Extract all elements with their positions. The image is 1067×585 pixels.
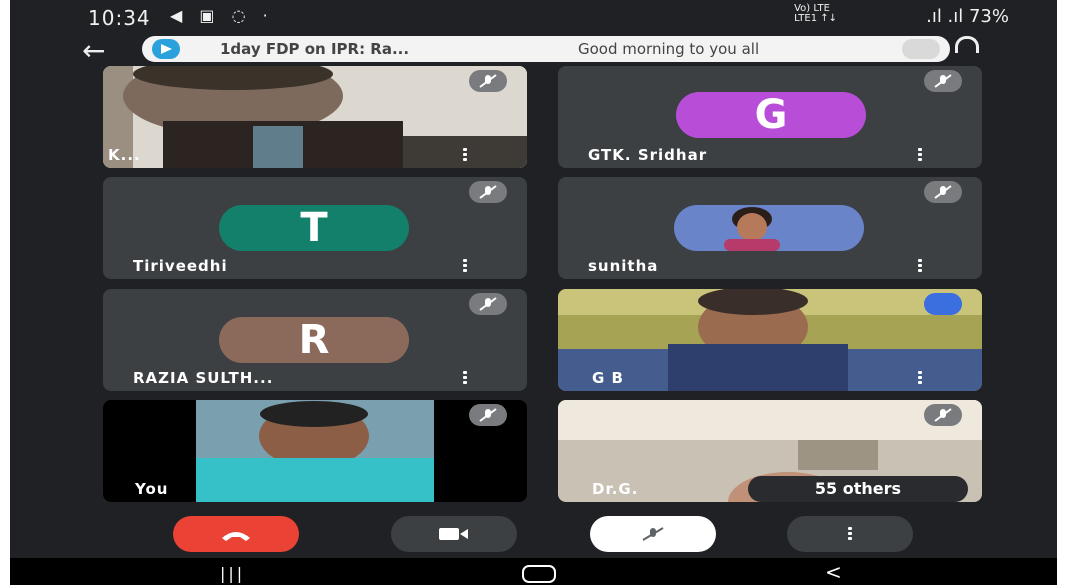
system-nav-bar: ||| < — [10, 558, 1057, 585]
more-options-button[interactable] — [787, 516, 913, 552]
network-indicator: Vo) LTE LTE1 ↑↓ — [794, 3, 837, 24]
home-icon[interactable] — [522, 565, 556, 583]
mic-off-icon — [469, 404, 507, 426]
avatar-initial: T — [300, 205, 328, 251]
banner-message: Good morning to you all — [578, 40, 760, 58]
participant-tile[interactable]: Dr.G. 55 others — [558, 400, 982, 502]
notification-icons: ◀ ▣ ◌ · — [170, 6, 274, 25]
participant-tile[interactable]: R RAZIA SULTH... — [103, 289, 527, 391]
participant-tile[interactable]: You — [103, 400, 527, 502]
mic-off-icon — [924, 404, 962, 426]
avatar: G — [676, 92, 866, 138]
mic-off-icon — [469, 181, 507, 203]
meeting-screen: 10:34 ◀ ▣ ◌ · Vo) LTE LTE1 ↑↓ .ıl .ıl 73… — [10, 0, 1057, 585]
more-options-icon[interactable] — [918, 259, 922, 273]
participant-name: GTK. Sridhar — [588, 146, 708, 164]
back-icon[interactable]: < — [825, 560, 842, 584]
participant-name: Dr.G. — [592, 480, 639, 498]
avatar: T — [219, 205, 409, 251]
participant-name: K... — [108, 146, 141, 164]
participant-tile[interactable]: T Tiriveedhi — [103, 177, 527, 279]
mic-off-icon — [469, 293, 507, 315]
more-options-icon[interactable] — [918, 148, 922, 162]
mic-off-icon — [642, 527, 664, 541]
headset-icon[interactable] — [955, 36, 979, 53]
participant-name: Tiriveedhi — [133, 257, 228, 275]
participant-name: RAZIA SULTH... — [133, 369, 274, 387]
back-arrow-icon[interactable]: ← — [82, 34, 105, 67]
speaking-indicator — [924, 293, 962, 315]
participant-name: You — [135, 480, 169, 498]
clock: 10:34 — [88, 6, 151, 30]
end-call-button[interactable] — [173, 516, 299, 552]
telegram-icon — [152, 39, 180, 59]
status-bar: 10:34 ◀ ▣ ◌ · Vo) LTE LTE1 ↑↓ .ıl .ıl 73… — [10, 0, 1057, 38]
more-options-icon[interactable] — [463, 259, 467, 273]
mic-off-icon — [469, 70, 507, 92]
mic-off-icon — [924, 181, 962, 203]
participant-name: sunitha — [588, 257, 659, 275]
banner-title: 1day FDP on IPR: Ra... — [220, 40, 410, 58]
more-options-icon[interactable] — [918, 371, 922, 385]
participant-tile[interactable]: sunitha — [558, 177, 982, 279]
signal-battery: .ıl .ıl 73% — [926, 6, 1009, 27]
microphone-toggle-button[interactable] — [590, 516, 716, 552]
participant-tile[interactable]: G B — [558, 289, 982, 391]
banner-mic-off-icon — [902, 39, 940, 59]
more-options-icon[interactable] — [463, 371, 467, 385]
others-count[interactable]: 55 others — [748, 476, 968, 502]
participant-tile[interactable]: G GTK. Sridhar — [558, 66, 982, 168]
notification-banner[interactable]: 1day FDP on IPR: Ra... Good morning to y… — [142, 36, 950, 62]
participant-name: G B — [592, 369, 624, 387]
avatar-initial: G — [754, 92, 788, 138]
participant-tile[interactable]: K... — [103, 66, 527, 168]
avatar: R — [219, 317, 409, 363]
self-video — [196, 400, 434, 502]
camera-toggle-button[interactable] — [391, 516, 517, 552]
hang-up-icon — [222, 532, 250, 541]
recent-apps-icon[interactable]: ||| — [220, 564, 245, 583]
mic-off-icon — [924, 70, 962, 92]
more-options-icon[interactable] — [463, 148, 467, 162]
camera-icon — [439, 528, 468, 540]
profile-photo — [674, 205, 864, 251]
avatar-initial: R — [298, 317, 330, 363]
more-options-icon — [848, 527, 852, 541]
